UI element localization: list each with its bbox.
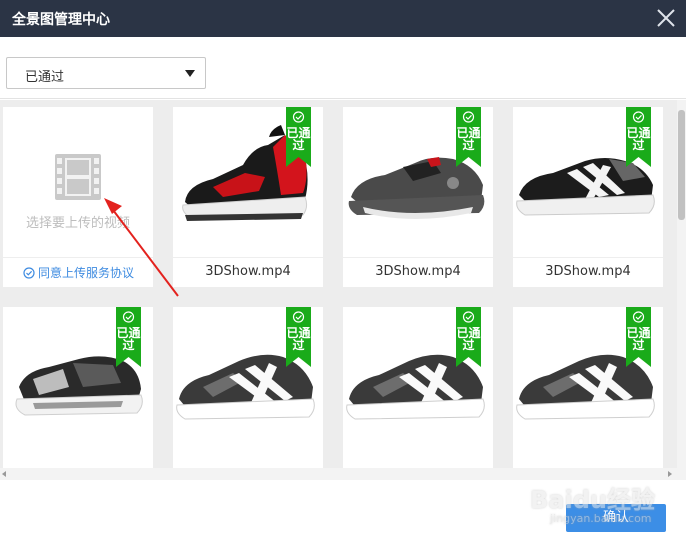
video-card[interactable]: 已通过 [343, 307, 493, 468]
card-divider [513, 257, 663, 258]
film-icon [53, 152, 103, 202]
approved-badge: 已通过 [626, 307, 651, 367]
approved-badge-text: 已通过 [456, 126, 481, 152]
status-filter-value: 已通过 [25, 70, 65, 85]
approved-badge-text: 已通过 [286, 126, 311, 152]
approved-badge: 已通过 [626, 107, 651, 167]
video-card[interactable]: 已通过 [513, 307, 663, 468]
approved-badge-text: 已通过 [286, 326, 311, 352]
video-file-name: 3DShow.mp4 [545, 264, 631, 279]
video-card[interactable]: 已通过 [3, 307, 153, 468]
video-card[interactable]: 已通过 3DShow.mp4 [513, 107, 663, 287]
close-icon[interactable] [654, 6, 678, 30]
card-divider [173, 257, 323, 258]
approved-badge-text: 已通过 [626, 126, 651, 152]
title-bar: 全景图管理中心 [0, 0, 686, 37]
approved-badge-text: 已通过 [456, 326, 481, 352]
scroll-right-arrow-icon[interactable] [668, 471, 672, 477]
approved-badge-text: 已通过 [626, 326, 651, 352]
card-divider [3, 257, 153, 258]
upload-video-card[interactable]: 选择要上传的视频 同意上传服务协议 [3, 107, 153, 287]
vertical-scroll-thumb[interactable] [678, 110, 685, 220]
video-file-name: 3DShow.mp4 [205, 264, 291, 279]
approved-badge: 已通过 [456, 307, 481, 367]
video-card[interactable]: 已通过 3DShow.mp4 [343, 107, 493, 287]
approved-badge: 已通过 [116, 307, 141, 367]
window-title: 全景图管理中心 [12, 12, 110, 28]
dialog-footer: 确认 [0, 480, 686, 543]
check-circle-icon [23, 266, 35, 279]
status-filter-select[interactable]: 已通过 [6, 57, 206, 89]
chevron-down-icon [185, 70, 195, 77]
video-file-name: 3DShow.mp4 [375, 264, 461, 279]
video-card[interactable]: 已通过 [173, 307, 323, 468]
card-divider [343, 257, 493, 258]
approved-badge: 已通过 [286, 307, 311, 367]
upload-hint: 选择要上传的视频 [25, 216, 130, 231]
scroll-left-arrow-icon[interactable] [2, 471, 6, 477]
agreement-label: 同意上传服务协议 [38, 266, 135, 280]
agreement-link[interactable]: 同意上传服务协议 [23, 264, 134, 281]
approved-badge: 已通过 [456, 107, 481, 167]
video-card[interactable]: 已通过 3DShow.mp4 [173, 107, 323, 287]
vertical-scrollbar[interactable] [677, 100, 686, 468]
approved-badge-text: 已通过 [116, 326, 141, 352]
approved-badge: 已通过 [286, 107, 311, 167]
horizontal-scrollbar[interactable] [0, 468, 686, 480]
confirm-button[interactable]: 确认 [566, 504, 666, 532]
filter-bar: 已通过 [0, 37, 686, 99]
video-grid: 选择要上传的视频 同意上传服务协议 已通过 3DShow.mp4 已通过 3DS… [0, 100, 686, 468]
